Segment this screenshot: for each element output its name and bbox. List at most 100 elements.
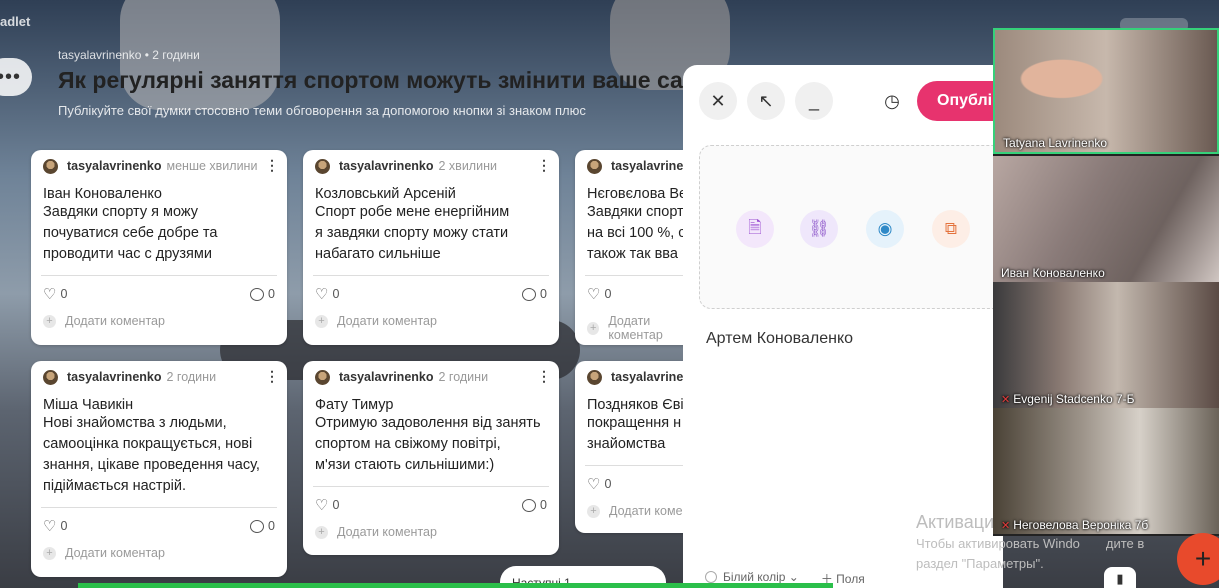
divider: [313, 275, 549, 276]
avatar: [315, 158, 330, 174]
like-button[interactable]: ♡ 0: [43, 285, 67, 303]
comments-button[interactable]: 0: [522, 498, 547, 512]
page-title: Як регулярні заняття спортом можуть змін…: [58, 67, 683, 93]
card-time: 2 години: [166, 370, 217, 384]
ellipsis-icon: •••: [0, 65, 21, 88]
heart-icon: ♡: [587, 476, 601, 493]
brand-logo: adlet: [0, 14, 31, 29]
minimize-button[interactable]: _: [795, 82, 833, 120]
video-tile[interactable]: ✕ Неговелова Вероніка 7б: [993, 408, 1219, 534]
add-comment-button[interactable]: + Додати коментар: [315, 314, 547, 328]
like-button[interactable]: ♡ 0: [315, 496, 339, 514]
divider: [41, 507, 277, 508]
clock-plus-icon: ◷: [884, 90, 900, 111]
add-comment-button[interactable]: + Додати коментар: [43, 314, 275, 328]
image-search-icon[interactable]: ⧉: [932, 210, 970, 248]
kebab-menu-icon[interactable]: ⋮: [265, 369, 279, 383]
more-options-button[interactable]: •••: [0, 58, 32, 96]
comments-button[interactable]: 0: [522, 287, 547, 301]
like-button[interactable]: ♡ 0: [315, 285, 339, 303]
schedule-button[interactable]: ◷: [873, 82, 911, 120]
card-author: tasyalavrinenko: [339, 370, 434, 384]
card-time: 2 години: [438, 370, 489, 384]
book-icon[interactable]: ▮: [1104, 567, 1136, 588]
add-comment-button[interactable]: + Додати коментар: [43, 546, 275, 560]
card-author: tasyalavrinenko: [67, 159, 162, 173]
card-text: Спорт робе мене енергійним я завдяки спо…: [315, 204, 510, 262]
kebab-menu-icon[interactable]: ⋮: [537, 158, 551, 172]
heart-icon: ♡: [43, 518, 57, 535]
card-text: Завдяки спорту я можу почуватися себе до…: [43, 204, 218, 262]
like-button[interactable]: ♡ 0: [587, 285, 611, 303]
card-author: tasyalavrinenko: [339, 159, 434, 173]
minimize-icon: _: [808, 90, 819, 111]
comment-bubble-icon: [522, 498, 537, 512]
participant-name: ✕ Неговелова Вероніка 7б: [1001, 518, 1149, 532]
comments-button[interactable]: 0: [250, 519, 275, 533]
arrow-up-left-icon: ↖: [758, 90, 774, 111]
post-card[interactable]: tasyalavrinenko менше хвилини ⋮ Іван Коно…: [31, 150, 287, 345]
card-title: Козловський Арсеній: [315, 186, 456, 202]
link-icon[interactable]: ⛓: [800, 210, 838, 248]
header-time: 2 години: [152, 48, 200, 62]
mic-off-icon: ✕: [1001, 394, 1011, 406]
camera-icon[interactable]: ◉: [866, 210, 904, 248]
participant-name: Tatyana Lavrinenko: [1003, 136, 1108, 150]
close-icon: ✕: [710, 90, 726, 111]
header-meta: tasyalavrinenko • 2 години: [58, 48, 200, 62]
heart-icon: ♡: [315, 286, 329, 303]
participant-name: ✕ Evgenij Stadcenko 7-Б: [1001, 392, 1135, 406]
video-tile[interactable]: Tatyana Lavrinenko: [993, 28, 1219, 154]
post-card[interactable]: tasyalavrinenko 2 години ⋮ Міша Чавикін Н…: [31, 361, 287, 577]
divider: [313, 486, 549, 487]
mic-off-icon: ✕: [1001, 520, 1011, 532]
add-comment-button[interactable]: + Додати коментар: [315, 525, 547, 539]
kebab-menu-icon[interactable]: ⋮: [265, 158, 279, 172]
comments-button[interactable]: 0: [250, 287, 275, 301]
divider: [41, 275, 277, 276]
add-post-button[interactable]: +: [1177, 533, 1219, 585]
upload-file-icon[interactable]: 🗎: [736, 210, 774, 248]
header-author: tasyalavrinenko: [58, 48, 142, 62]
card-text: Нові знайомства з людьми, самооцінка пок…: [43, 415, 260, 494]
card-time: 2 хвилини: [438, 159, 497, 173]
expand-button[interactable]: ↖: [747, 82, 785, 120]
plus-icon: +: [587, 504, 600, 518]
card-title: Фату Тимур: [315, 397, 394, 413]
kebab-menu-icon[interactable]: ⋮: [537, 369, 551, 383]
heart-icon: ♡: [587, 286, 601, 303]
plus-icon: +: [43, 546, 56, 560]
video-tile[interactable]: Иван Коноваленко: [993, 156, 1219, 282]
avatar: [587, 369, 602, 385]
plus-icon: +: [315, 314, 328, 328]
video-tile[interactable]: ✕ Evgenij Stadcenko 7-Б: [993, 282, 1219, 408]
card-title: Міша Чавикін: [43, 397, 134, 413]
post-card[interactable]: tasyalavrinenko 2 хвилини ⋮ Козловський А…: [303, 150, 559, 345]
heart-icon: ♡: [43, 286, 57, 303]
avatar: [587, 158, 602, 174]
post-editor-panel: ✕ ↖ _ ◷ Опублі 🗎 ⛓ ◉ ⧉ Артем Коноваленко…: [683, 65, 1003, 588]
plus-icon: +: [43, 314, 56, 328]
participant-name: Иван Коноваленко: [1001, 266, 1105, 280]
color-dot-icon: [705, 571, 717, 583]
avatar: [43, 369, 58, 385]
card-author: tasyalavrinenko: [67, 370, 162, 384]
like-button[interactable]: ♡ 0: [587, 475, 611, 493]
avatar: [315, 369, 330, 385]
card-time: менше хвилини: [166, 159, 258, 173]
card-title: Іван Коноваленко: [43, 186, 162, 202]
heart-icon: ♡: [315, 497, 329, 514]
video-call-strip: Tatyana Lavrinenko Иван Коноваленко ✕ Evg…: [993, 28, 1219, 536]
close-button[interactable]: ✕: [699, 82, 737, 120]
comment-bubble-icon: [522, 287, 537, 301]
comment-bubble-icon: [250, 287, 265, 301]
publish-button[interactable]: Опублі: [917, 81, 1003, 121]
plus-icon: +: [315, 525, 328, 539]
post-card[interactable]: tasyalavrinenko 2 години ⋮ Фату Тимур Отр…: [303, 361, 559, 555]
page-subtitle: Публікуйте свої думки стосовно теми обго…: [58, 103, 586, 118]
like-button[interactable]: ♡ 0: [43, 517, 67, 535]
editor-author-name: Артем Коноваленко: [706, 330, 854, 347]
plus-icon: +: [587, 321, 600, 335]
avatar: [43, 158, 58, 174]
attachment-dropzone[interactable]: 🗎 ⛓ ◉ ⧉: [699, 145, 1003, 309]
